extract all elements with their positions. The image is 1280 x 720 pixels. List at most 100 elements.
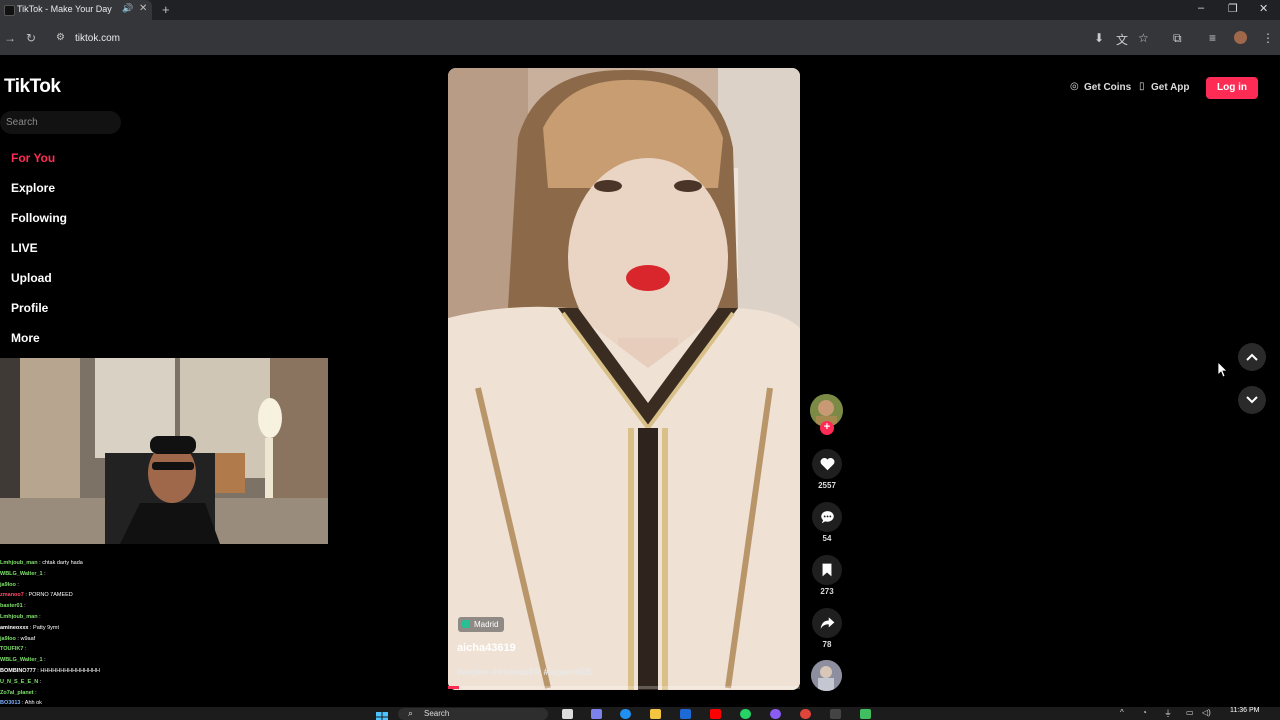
chat-separator: : xyxy=(38,678,42,685)
close-window-button[interactable]: ✕ xyxy=(1259,2,1268,15)
search-input[interactable]: Search xyxy=(0,111,121,134)
translate-icon[interactable]: 文 xyxy=(1116,31,1128,48)
taskbar-search[interactable]: ⌕ Search xyxy=(398,708,548,720)
nav-profile[interactable]: Profile xyxy=(11,301,48,315)
chat-separator: : xyxy=(42,570,46,577)
tiktok-logo[interactable]: TikTok xyxy=(4,76,61,98)
video-player[interactable] xyxy=(448,68,800,690)
chat-text: HHHHHHHHHHHHHHH xyxy=(40,667,100,674)
video-progress-fill xyxy=(448,686,459,689)
nav-live[interactable]: LIVE xyxy=(11,241,38,255)
bookmark-icon xyxy=(822,563,832,577)
site-info-icon[interactable]: ⚙ xyxy=(56,32,65,43)
browser-menu-icon[interactable]: ⋮ xyxy=(1262,31,1274,45)
browser-tab[interactable]: TikTok - Make Your Day 🔊 ✕ xyxy=(0,0,152,20)
chat-username: BOMBINO777 xyxy=(0,667,36,674)
login-button[interactable]: Log in xyxy=(1206,77,1258,99)
chat-message: amineoxxx : Patty 9ymt xyxy=(0,623,200,634)
bookmark-star-icon[interactable]: ☆ xyxy=(1138,31,1149,45)
taskbar-search-label: Search xyxy=(424,709,450,718)
speaker-icon[interactable]: 🔊 xyxy=(122,3,133,14)
url-text: tiktok.com xyxy=(75,33,121,44)
location-label: Madrid xyxy=(474,620,499,629)
save-action: 273 xyxy=(812,555,842,596)
next-video-button[interactable] xyxy=(1238,386,1266,414)
microphone-icon[interactable]: ⏚ xyxy=(1164,708,1172,719)
network-icon[interactable]: ◔ xyxy=(1142,708,1147,717)
volume-icon[interactable]: ◁) xyxy=(1202,708,1211,717)
media-control-icon[interactable]: ≡ xyxy=(1209,31,1216,45)
edge-icon[interactable] xyxy=(620,709,631,719)
like-button[interactable] xyxy=(812,449,842,479)
music-disc[interactable] xyxy=(811,660,842,691)
install-app-icon[interactable]: ⬇ xyxy=(1094,31,1104,45)
save-button[interactable] xyxy=(812,555,842,585)
nav-upload[interactable]: Upload xyxy=(11,271,52,285)
stream-chat: Lmhjoub_man : chtak darty hada WBLG_Walte… xyxy=(0,558,200,720)
video-progress-bar[interactable] xyxy=(448,686,800,689)
chat-separator: : xyxy=(33,689,37,696)
nav-explore[interactable]: Explore xyxy=(11,181,55,195)
maximize-button[interactable]: ❐ xyxy=(1228,2,1238,15)
like-action: 2557 xyxy=(812,449,842,490)
file-explorer-icon[interactable] xyxy=(650,709,661,719)
display-icon[interactable]: ▭ xyxy=(1186,708,1194,717)
tab-title: TikTok - Make Your Day xyxy=(17,4,112,14)
forward-icon[interactable]: → xyxy=(4,31,16,45)
webcam-overlay xyxy=(0,358,328,544)
nav-more[interactable]: More xyxy=(11,331,40,345)
mouse-cursor-icon xyxy=(1217,361,1228,383)
extensions-icon[interactable]: ⧉ xyxy=(1173,31,1182,46)
location-tag[interactable]: Madrid xyxy=(458,617,505,632)
minimize-button[interactable]: – xyxy=(1198,2,1204,14)
chat-username: baster01 xyxy=(0,603,23,610)
new-tab-button[interactable]: + xyxy=(162,2,170,17)
chat-username: WBLG_Walter_1 xyxy=(0,570,43,577)
get-coins-button[interactable]: ◎ Get Coins xyxy=(1062,76,1132,100)
comment-count: 54 xyxy=(822,534,832,543)
previous-video-button[interactable] xyxy=(1238,343,1266,371)
chat-username: Zo7al_planet xyxy=(0,689,34,696)
file-icon[interactable] xyxy=(562,709,573,719)
get-app-label: Get App xyxy=(1151,82,1190,93)
search-placeholder: Search xyxy=(6,117,38,128)
video-caption[interactable]: #explor #frnanceFR #ispaniaES xyxy=(457,667,592,677)
tray-chevron-icon[interactable]: ^ xyxy=(1120,708,1124,717)
chat-username: TOUFIK7 xyxy=(0,646,24,653)
youtube-icon[interactable] xyxy=(710,709,721,719)
comment-button[interactable] xyxy=(812,502,842,532)
share-button[interactable] xyxy=(812,608,842,638)
nav-following[interactable]: Following xyxy=(11,211,67,225)
profile-avatar-icon[interactable] xyxy=(1234,31,1247,44)
chat-message: Lmhjoub_man : chtak darty hada xyxy=(0,558,200,569)
chevron-up-icon xyxy=(1246,353,1258,361)
address-bar[interactable]: ⚙ tiktok.com xyxy=(48,28,1088,50)
taskbar xyxy=(0,707,1280,720)
chat-message: ja9loo : xyxy=(0,580,200,591)
discord-icon[interactable] xyxy=(770,709,781,719)
like-count: 2557 xyxy=(818,481,836,490)
chrome-icon[interactable] xyxy=(800,709,811,719)
teams-icon[interactable] xyxy=(591,709,602,719)
chat-text: Patty 9ymt xyxy=(33,624,60,631)
video-author[interactable]: aicha43619 xyxy=(457,642,516,654)
get-app-button[interactable]: ▯ Get App xyxy=(1137,76,1197,100)
chat-username: ja9loo xyxy=(0,581,16,588)
app-icon-2[interactable] xyxy=(860,709,871,719)
app-icon[interactable] xyxy=(830,709,841,719)
outlook-icon[interactable] xyxy=(680,709,691,719)
whatsapp-icon[interactable] xyxy=(740,709,751,719)
windows-start-icon[interactable] xyxy=(376,709,388,720)
close-tab-icon[interactable]: ✕ xyxy=(139,3,147,14)
nav-for-you[interactable]: For You xyxy=(11,151,55,165)
tiktok-favicon-icon xyxy=(4,5,15,16)
taskbar-clock[interactable]: 11:36 PM xyxy=(1230,707,1259,714)
chat-separator: : xyxy=(42,657,46,664)
chat-message: Lmhjoub_man : xyxy=(0,612,200,623)
chat-text: PORNO 7AMEED xyxy=(28,592,73,599)
comment-icon xyxy=(820,511,834,524)
reload-icon[interactable]: ↻ xyxy=(26,31,36,45)
follow-plus-icon[interactable]: + xyxy=(820,421,834,435)
chat-text: w9aaf xyxy=(20,635,36,642)
chevron-down-icon xyxy=(1246,396,1258,404)
